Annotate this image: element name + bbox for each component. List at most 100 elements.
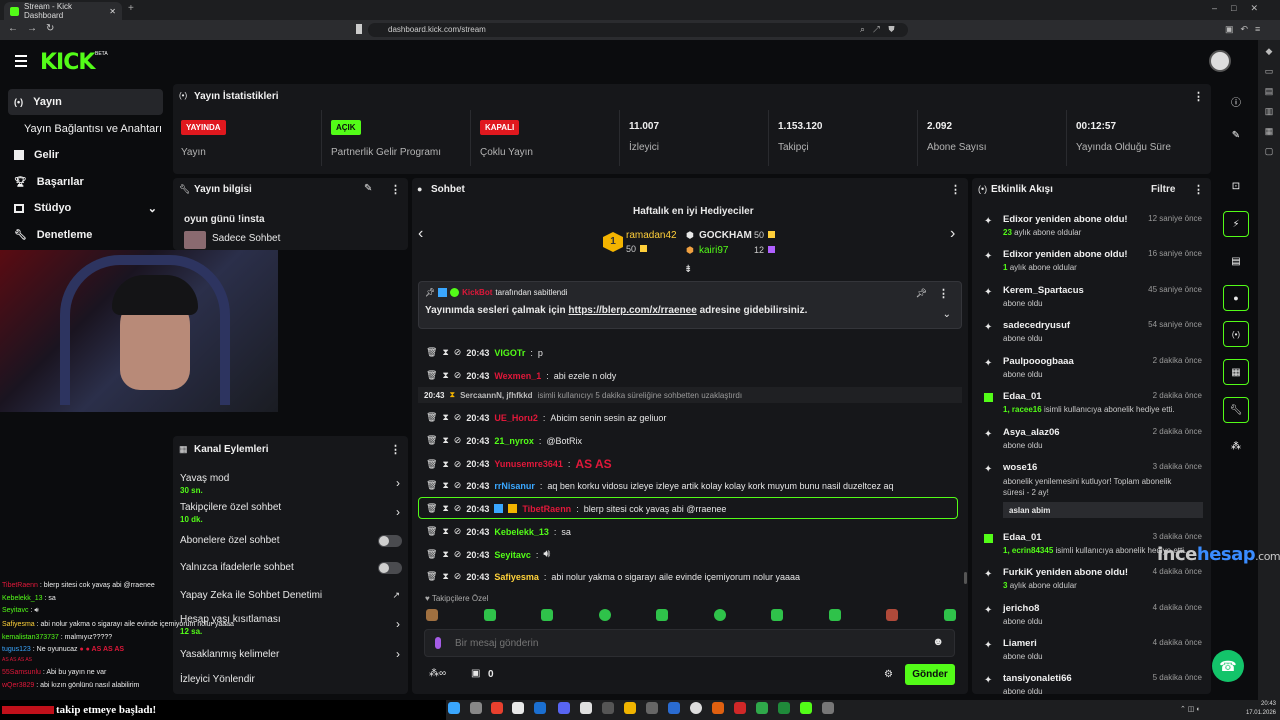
filter-button[interactable]: Filtre [1151, 184, 1175, 195]
sidebar-tool-icon[interactable]: ▤ [1265, 86, 1274, 97]
emote-icon[interactable] [541, 609, 554, 621]
close-tab-icon[interactable]: ✕ [109, 7, 116, 16]
nav-item-denetleme[interactable]: 🔧︎ Denetleme [8, 222, 163, 248]
taskbar-app-icon[interactable] [690, 702, 702, 714]
more-icon[interactable]: ⋮ [390, 183, 401, 196]
taskbar-app-icon[interactable] [778, 702, 790, 714]
chat-input[interactable] [455, 635, 915, 651]
taskbar-app-icon[interactable] [624, 702, 636, 714]
inventory-icon[interactable]: ▣ [471, 668, 480, 679]
chevron-down-icon[interactable]: ⌄ [148, 202, 157, 215]
message-user[interactable]: Safiyesma [494, 572, 539, 582]
channel-points-icon[interactable]: ⁂∞ [429, 668, 446, 679]
chevron-left-icon[interactable]: ‹ [418, 225, 423, 243]
emote-only-toggle[interactable] [378, 562, 402, 574]
ban-icon[interactable]: ⊘ [454, 435, 462, 446]
ban-icon[interactable]: ⊘ [454, 480, 462, 491]
ban-icon[interactable]: ⊘ [454, 571, 462, 582]
delete-icon[interactable]: 🗑︎ [426, 571, 437, 582]
document-icon[interactable]: ▤ [1226, 256, 1246, 270]
kick-logo[interactable]: KICK [40, 50, 95, 75]
message-user[interactable]: Seyitavc [494, 550, 531, 560]
hamburger-menu-icon[interactable] [15, 55, 27, 67]
delete-icon[interactable]: 🗑︎ [426, 347, 437, 358]
delete-icon[interactable]: 🗑︎ [426, 549, 437, 560]
taskbar-app-icon[interactable] [534, 702, 546, 714]
avatar[interactable] [1209, 50, 1231, 72]
delete-icon[interactable]: 🗑︎ [426, 480, 437, 491]
settings-gear-icon[interactable]: ⚙ [884, 669, 893, 680]
taskbar-app-icon[interactable] [558, 702, 570, 714]
delete-icon[interactable]: 🗑︎ [426, 526, 437, 537]
pinned-link[interactable]: https://blerp.com/x/rraenee [568, 305, 696, 316]
timeout-icon[interactable]: ⧗ [442, 480, 448, 491]
url-field[interactable]: dashboard.kick.com/stream [368, 23, 908, 37]
nav-item-basarilar[interactable]: 🏆︎ Başarılar [8, 169, 163, 195]
bookmark-icon[interactable] [356, 24, 362, 34]
emote-icon[interactable] [426, 609, 438, 621]
taskbar-app-icon[interactable] [756, 702, 768, 714]
emote-icon[interactable] [713, 609, 726, 621]
timeout-icon[interactable]: ⧗ [442, 370, 448, 381]
rail-button[interactable]: ▦ [1223, 359, 1249, 385]
share-icon[interactable]: ⁂ [1226, 441, 1246, 455]
ban-icon[interactable]: ⊘ [454, 526, 462, 537]
clock[interactable]: 20:43 17.01.2026 [1240, 700, 1276, 718]
delete-icon[interactable]: 🗑︎ [426, 503, 437, 514]
emote-icon[interactable] [656, 609, 669, 621]
more-icon[interactable]: ⋮ [950, 183, 961, 196]
taskbar-app-icon[interactable] [668, 702, 680, 714]
taskbar-app-icon[interactable] [580, 702, 592, 714]
edit-icon[interactable]: ✎ [1226, 130, 1246, 144]
message-user[interactable]: 21_nyrox [494, 436, 534, 446]
screenshot-icon[interactable]: ⊡ [1226, 181, 1246, 195]
timeout-icon[interactable]: ⧗ [442, 347, 448, 358]
rail-button[interactable]: ● [1223, 285, 1249, 311]
window-controls[interactable]: –□✕ [1212, 3, 1272, 14]
nav-item-gelir[interactable]: Gelir [8, 142, 163, 168]
action-slow-mode[interactable]: Yavaş mod 30 sn. › [180, 473, 402, 495]
emote-icon[interactable] [598, 609, 611, 621]
sidebar-tool-icon[interactable]: ▭ [1265, 66, 1274, 77]
start-icon[interactable] [448, 702, 460, 714]
message-user[interactable]: UE_Horu2 [494, 413, 538, 423]
rail-button[interactable]: (•) [1223, 321, 1249, 347]
action-followers-only[interactable]: Takipçilere özel sohbet 10 dk. › [180, 502, 402, 524]
more-icon[interactable]: ⋮ [1193, 183, 1204, 196]
collapse-gifters-icon[interactable]: ⇟ [684, 264, 692, 275]
rail-button[interactable]: 🔧︎ [1223, 397, 1249, 423]
ban-icon[interactable]: ⊘ [454, 459, 462, 470]
info-icon[interactable]: ⓘ [1226, 94, 1246, 109]
emote-icon[interactable] [828, 609, 841, 621]
send-button[interactable]: Gönder [905, 664, 955, 685]
timeout-icon[interactable]: ⧗ [442, 526, 448, 537]
chevron-right-icon[interactable]: › [950, 225, 955, 243]
subs-only-toggle[interactable] [378, 535, 402, 547]
timeout-icon[interactable]: ⧗ [442, 503, 448, 514]
ban-icon[interactable]: ⊘ [454, 347, 462, 358]
chevron-down-icon[interactable]: ⌄ [943, 309, 951, 320]
taskbar-app-icon[interactable] [712, 702, 724, 714]
ban-icon[interactable]: ⊘ [454, 503, 462, 514]
emoji-icon[interactable]: ☻ [932, 636, 944, 648]
message-user[interactable]: Yunusemre3641 [494, 459, 563, 469]
nav-item-stream-key[interactable]: Yayın Bağlantısı ve Anahtarı [8, 116, 178, 142]
sidebar-tool-icon[interactable]: ◆ [1266, 46, 1273, 57]
action-banned-words[interactable]: Yasaklanmış kelimeler › [180, 647, 402, 661]
more-icon[interactable]: ⋮ [938, 287, 949, 300]
browser-tab[interactable]: Stream - Kick Dashboard ✕ [4, 2, 122, 20]
taskbar-app-icon[interactable] [822, 702, 834, 714]
edit-icon[interactable]: ✎ [364, 183, 372, 194]
emote-icon[interactable] [771, 609, 784, 621]
action-raid[interactable]: İzleyici Yönlendir [180, 674, 402, 685]
delete-icon[interactable]: 🗑︎ [426, 459, 437, 470]
taskbar-app-icon[interactable] [646, 702, 658, 714]
delete-icon[interactable]: 🗑︎ [426, 435, 437, 446]
ban-icon[interactable]: ⊘ [454, 370, 462, 381]
taskbar-app-icon[interactable] [512, 702, 524, 714]
microphone-icon[interactable] [435, 637, 441, 649]
taskbar-app-icon[interactable] [800, 702, 812, 714]
sidebar-tool-icon[interactable]: ▢ [1265, 146, 1274, 157]
taskbar-app-icon[interactable] [491, 702, 503, 714]
sidebar-tool-icon[interactable]: ▦ [1265, 126, 1274, 137]
